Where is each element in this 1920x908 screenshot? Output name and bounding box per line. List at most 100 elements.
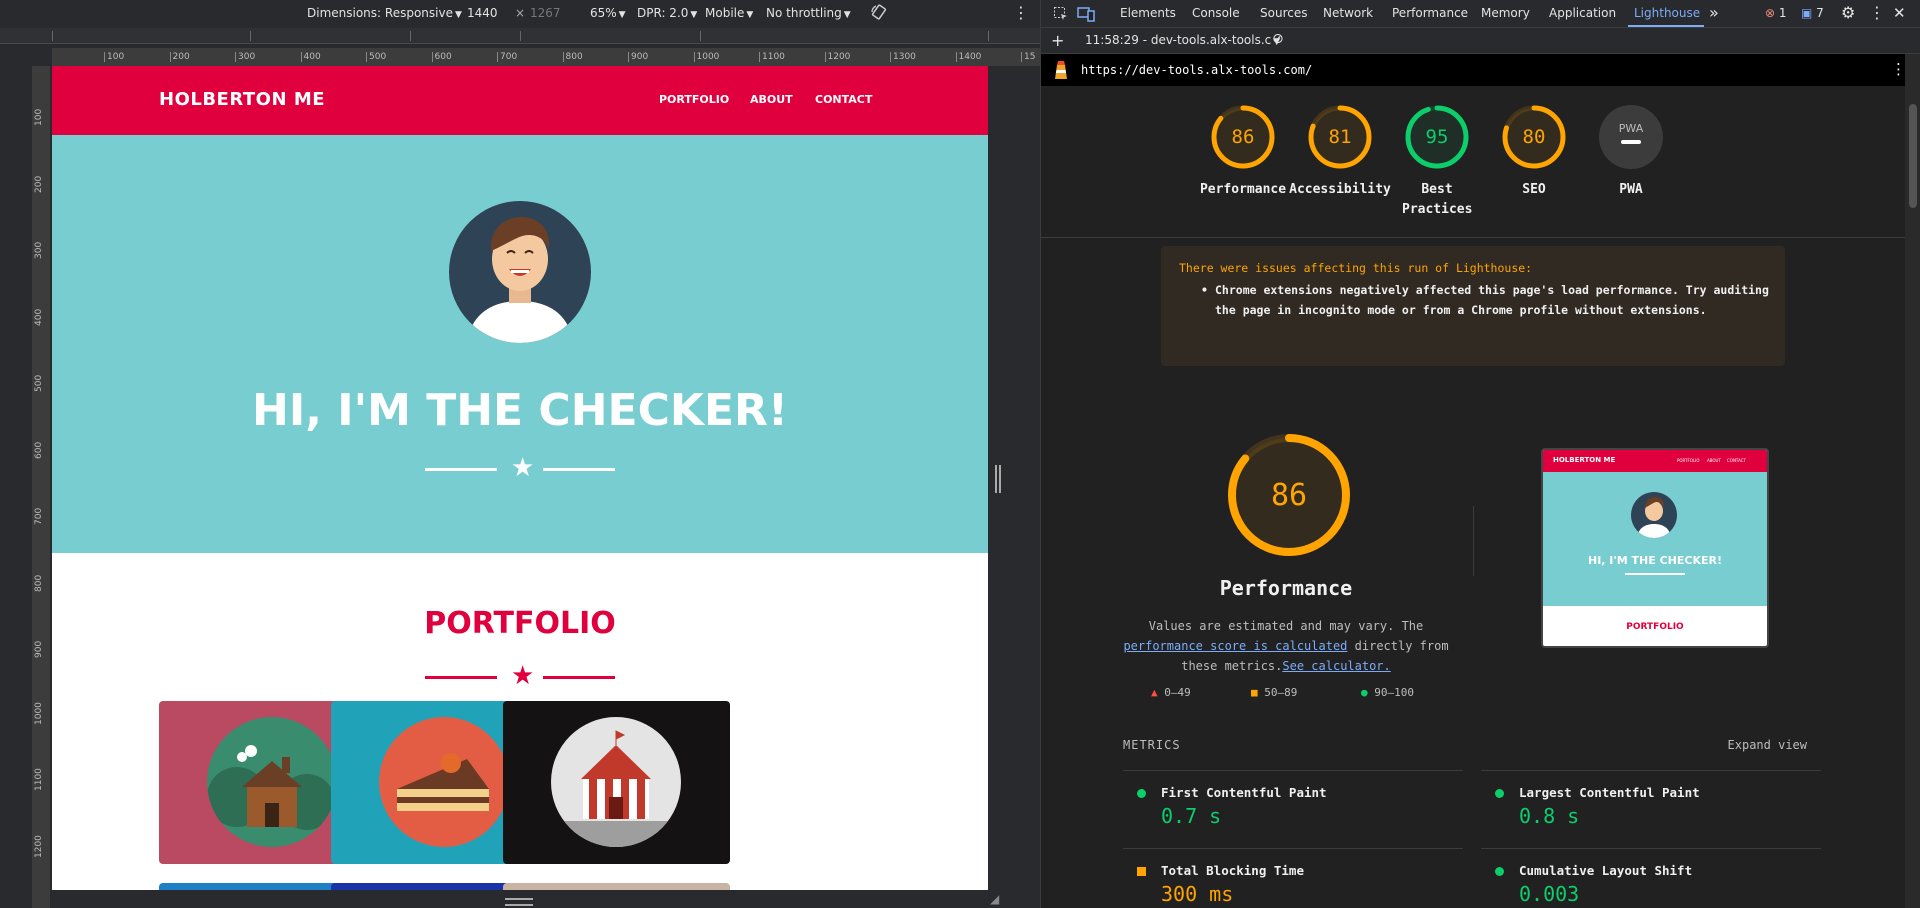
average-square-icon xyxy=(1137,867,1146,876)
error-icon: ⊗ xyxy=(1765,6,1776,20)
inspect-element-icon[interactable] xyxy=(1053,6,1069,25)
see-calculator-link[interactable]: See calculator. xyxy=(1282,659,1390,673)
site-brand[interactable]: HOLBERTON ME xyxy=(159,89,325,110)
nav-link-about[interactable]: ABOUT xyxy=(750,93,793,106)
thumb-brand: HOLBERTON ME xyxy=(1553,456,1616,464)
new-report-icon[interactable]: + xyxy=(1051,31,1064,50)
media-query-bar[interactable] xyxy=(0,28,1040,44)
score-gauge-accessibility[interactable]: 81 Accessibility xyxy=(1288,104,1392,200)
circle-icon: ● xyxy=(1361,686,1368,699)
portfolio-card[interactable] xyxy=(503,701,730,864)
ruler-tick-label: 300 xyxy=(34,241,44,259)
device-type-dropdown[interactable]: Mobile ▼ xyxy=(705,6,753,20)
score-label: Accessibility xyxy=(1289,182,1391,197)
site-navbar: HOLBERTON ME PORTFOLIO ABOUT CONTACT xyxy=(52,66,988,135)
dpr-label: DPR: 2.0 xyxy=(637,6,689,20)
errors-badge[interactable]: ⊗ 1 xyxy=(1765,6,1787,20)
message-count: 7 xyxy=(1816,6,1824,20)
scrollbar-thumb[interactable] xyxy=(1909,104,1917,208)
clear-reports-icon[interactable]: ⊘ xyxy=(1272,31,1284,47)
messages-badge[interactable]: ▣ 7 xyxy=(1801,6,1824,20)
more-options-icon[interactable]: ⋮ xyxy=(1013,3,1029,22)
ruler-tick-label: 1200 xyxy=(34,834,44,858)
tab-application[interactable]: Application xyxy=(1549,6,1616,20)
settings-gear-icon[interactable]: ⚙ xyxy=(1841,3,1855,22)
tab-lighthouse[interactable]: Lighthouse xyxy=(1634,6,1700,20)
metric-value: 300 ms xyxy=(1161,882,1234,906)
divider xyxy=(1041,237,1905,238)
metric-value: 0.8 s xyxy=(1519,804,1580,828)
width-input[interactable]: 1440 xyxy=(467,6,498,20)
performance-heading: Performance xyxy=(1219,576,1353,600)
pwa-dash xyxy=(1621,140,1641,144)
resize-handle-bottom[interactable] xyxy=(505,898,533,906)
score-label: Performance xyxy=(1199,182,1287,197)
devtools-tabbar: Elements Console Sources Network Perform… xyxy=(1041,0,1920,28)
close-devtools-icon[interactable]: ✕ xyxy=(1893,4,1906,22)
throttling-dropdown[interactable]: No throttling ▼ xyxy=(766,6,851,20)
vertical-ruler: 100 200 300 400 500 600 700 800 900 1000 1100 1200 xyxy=(32,66,50,908)
report-url-bar: https://dev-tools.alx-tools.com/ ⋮ xyxy=(1041,54,1906,86)
warning-item: • Chrome extensions negatively affected … xyxy=(1201,280,1775,320)
active-tab-indicator xyxy=(1628,25,1704,27)
portfolio-card[interactable] xyxy=(503,883,730,890)
tab-elements[interactable]: Elements xyxy=(1120,6,1176,20)
dimensions-dropdown[interactable]: Dimensions: Responsive ▼ xyxy=(307,6,462,20)
device-type-label: Mobile xyxy=(705,6,745,20)
score-gauge-best-practices[interactable]: 95 Best Practices xyxy=(1385,104,1489,220)
tab-performance[interactable]: Performance xyxy=(1392,6,1468,20)
metrics-title: METRICS xyxy=(1123,738,1181,752)
note-text: Values are estimated and may vary. The xyxy=(1148,619,1424,633)
ruler-tick-label: 1000 xyxy=(693,52,719,62)
report-selector[interactable]: 11:58:29 - dev-tools.alx-tools.c ▼ xyxy=(1085,33,1280,47)
legend-fail: ▲ 0–49 xyxy=(1151,686,1191,699)
tab-network[interactable]: Network xyxy=(1323,6,1373,20)
resize-corner-icon[interactable]: ◢ xyxy=(990,892,999,906)
score-gauge-seo[interactable]: 80 SEO xyxy=(1482,104,1586,200)
metric-tbt: Total Blocking Time 300 ms xyxy=(1123,848,1463,908)
more-tabs-icon[interactable]: » xyxy=(1709,3,1719,22)
tab-sources[interactable]: Sources xyxy=(1260,6,1307,20)
warning-box: There were issues affecting this run of … xyxy=(1161,246,1785,366)
ruler-tick-label: 400 xyxy=(300,52,321,62)
zoom-dropdown[interactable]: 65% ▼ xyxy=(590,6,626,20)
report-menu-icon[interactable]: ⋮ xyxy=(1891,60,1906,78)
dpr-dropdown[interactable]: DPR: 2.0 ▼ xyxy=(637,6,697,20)
report-timestamp: 11:58:29 - dev-tools.alx-tools.c xyxy=(1085,33,1272,47)
rotate-icon[interactable] xyxy=(870,3,888,24)
hero-section: HI, I'M THE CHECKER! ★ xyxy=(52,135,988,553)
report-url[interactable]: https://dev-tools.alx-tools.com/ xyxy=(1081,63,1312,77)
metric-name: Total Blocking Time xyxy=(1161,863,1304,878)
legend-label: 90–100 xyxy=(1374,686,1414,699)
caret-down-icon: ▼ xyxy=(454,10,462,20)
ruler-tick-label: 1300 xyxy=(890,52,916,62)
tab-memory[interactable]: Memory xyxy=(1481,6,1530,20)
tab-console[interactable]: Console xyxy=(1192,6,1240,20)
device-toggle-icon[interactable] xyxy=(1077,6,1095,25)
avatar xyxy=(449,201,591,343)
score-calculated-link[interactable]: performance score is calculated xyxy=(1123,639,1347,653)
lighthouse-logo-icon xyxy=(1053,59,1069,84)
performance-gauge-large: 86 xyxy=(1226,432,1352,562)
page-screenshot-thumbnail[interactable]: HOLBERTON ME PORTFOLIO ABOUT CONTACT HI,… xyxy=(1541,448,1769,648)
customize-devtools-icon[interactable]: ⋮ xyxy=(1869,3,1885,22)
ruler-tick-label: 1100 xyxy=(34,768,44,791)
square-icon: ■ xyxy=(1251,686,1258,699)
thumb-navbar: HOLBERTON ME PORTFOLIO ABOUT CONTACT xyxy=(1543,450,1767,472)
score-label: Best Practices xyxy=(1402,182,1472,217)
nav-link-contact[interactable]: CONTACT xyxy=(815,93,872,106)
pwa-badge-text: PWA xyxy=(1619,122,1644,135)
performance-note: Values are estimated and may vary. The p… xyxy=(1121,616,1451,676)
height-input[interactable]: 1267 xyxy=(530,6,561,20)
lighthouse-report: 86 Performance 81 Accessibility 95 Best Pract… xyxy=(1041,86,1905,908)
resize-handle-right[interactable] xyxy=(995,465,1001,493)
report-scrollbar[interactable] xyxy=(1905,54,1920,908)
expand-view-button[interactable]: Expand view xyxy=(1728,738,1807,752)
caret-down-icon: ▼ xyxy=(746,10,754,20)
score-gauge-pwa[interactable]: PWA PWA xyxy=(1579,104,1683,200)
nav-link-portfolio[interactable]: PORTFOLIO xyxy=(659,93,729,106)
ruler-tick-label: 1400 xyxy=(955,52,981,62)
score-value: 86 xyxy=(1232,126,1255,148)
caret-down-icon: ▼ xyxy=(618,10,626,20)
score-gauge-performance[interactable]: 86 Performance xyxy=(1191,104,1295,200)
